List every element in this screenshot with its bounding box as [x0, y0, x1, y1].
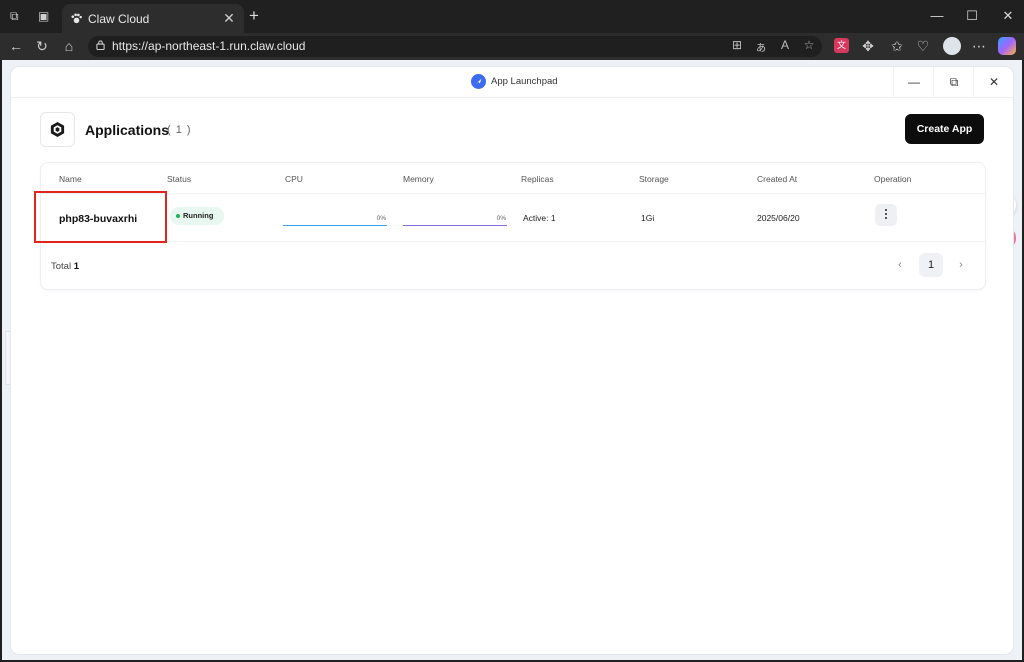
- window-close-button[interactable]: ✕: [973, 67, 1013, 97]
- col-memory: Memory: [403, 174, 434, 184]
- url-text: https://ap-northeast-1.run.claw.cloud: [112, 39, 306, 53]
- memory-usage-chart: 0%: [403, 215, 507, 229]
- refresh-icon[interactable]: ↻: [32, 37, 52, 55]
- workspaces-icon[interactable]: ⧉: [10, 9, 26, 25]
- total-count: Total 1: [51, 261, 79, 272]
- tab-actions-icon[interactable]: ▣: [38, 9, 54, 25]
- reading-icon[interactable]: ぁ: [752, 38, 770, 55]
- favorite-star-icon[interactable]: ☆: [800, 38, 818, 52]
- col-cpu: CPU: [285, 174, 303, 184]
- table-row[interactable]: php83-buvaxrhi Running 0% 0% Active: 1 1…: [41, 193, 985, 242]
- rocket-logo-icon: [471, 74, 486, 89]
- running-dot-icon: [176, 214, 180, 218]
- window-minimize-button[interactable]: —: [893, 67, 934, 97]
- window-restore-button[interactable]: ⧉: [933, 67, 974, 97]
- status-text: Running: [183, 211, 214, 220]
- create-app-button[interactable]: Create App: [905, 114, 984, 144]
- col-name: Name: [59, 174, 82, 184]
- page-1-button[interactable]: 1: [919, 253, 943, 277]
- total-value: 1: [73, 261, 80, 272]
- split-screen-icon[interactable]: ⊞: [728, 38, 746, 52]
- total-label: Total: [51, 261, 72, 272]
- copilot-icon[interactable]: [998, 37, 1016, 55]
- table-header: Name Status CPU Memory Replicas Storage …: [41, 163, 985, 194]
- profile-avatar[interactable]: [943, 37, 961, 55]
- home-icon[interactable]: ⌂: [59, 37, 79, 55]
- storage-value: 1Gi: [641, 213, 655, 223]
- browser-maximize-button[interactable]: ☐: [957, 8, 987, 24]
- tab-close-icon[interactable]: ✕: [220, 9, 238, 27]
- browser-minimize-button[interactable]: —: [922, 8, 952, 23]
- more-vertical-icon: [885, 209, 887, 211]
- more-menu-icon[interactable]: ⋯: [969, 37, 989, 55]
- col-replicas: Replicas: [521, 174, 554, 184]
- col-created-at: Created At: [757, 174, 798, 184]
- app-count: ( 1 ): [167, 124, 192, 136]
- applications-table: Name Status CPU Memory Replicas Storage …: [40, 162, 986, 290]
- page-title: Applications: [85, 122, 170, 138]
- memory-percent: 0%: [496, 215, 506, 222]
- read-aloud-icon[interactable]: A: [776, 38, 794, 52]
- operation-menu-button[interactable]: [875, 204, 897, 226]
- new-tab-icon[interactable]: +: [249, 6, 259, 26]
- prev-page-button[interactable]: ‹: [888, 253, 912, 277]
- memory-usage-bar: [403, 225, 507, 226]
- back-icon[interactable]: ←: [6, 37, 26, 55]
- tab-claw-cloud[interactable]: Claw Cloud ✕: [62, 4, 244, 33]
- col-storage: Storage: [639, 174, 669, 184]
- app-launchpad-window: App Launchpad — ⧉ ✕ Applications ( 1 ) C…: [11, 67, 1013, 654]
- next-page-button[interactable]: ›: [949, 253, 973, 277]
- browser-essentials-icon[interactable]: ♡: [913, 37, 933, 55]
- window-title: App Launchpad: [491, 76, 558, 87]
- cpu-usage-bar: [283, 225, 387, 226]
- translate-extension-icon[interactable]: 文: [834, 38, 849, 53]
- claw-paw-icon: [71, 13, 82, 24]
- replicas-value: Active: 1: [523, 213, 556, 223]
- tab-title: Claw Cloud: [88, 11, 150, 26]
- hexagon-cube-icon: [50, 121, 65, 138]
- favorites-icon[interactable]: ✩: [887, 37, 907, 55]
- browser-close-button[interactable]: ✕: [993, 8, 1023, 24]
- cpu-percent: 0%: [376, 215, 386, 222]
- highlight-box: [34, 191, 167, 243]
- status-badge: Running: [170, 207, 224, 225]
- col-status: Status: [167, 174, 192, 184]
- applications-icon-box: [40, 112, 75, 147]
- created-at-value: 2025/06/20: [757, 213, 800, 223]
- address-bar[interactable]: https://ap-northeast-1.run.claw.cloud ⊞ …: [88, 36, 822, 57]
- lock-icon: [96, 40, 105, 50]
- cpu-usage-chart: 0%: [283, 215, 387, 229]
- extensions-icon[interactable]: ✥: [858, 37, 878, 55]
- col-operation: Operation: [874, 174, 912, 184]
